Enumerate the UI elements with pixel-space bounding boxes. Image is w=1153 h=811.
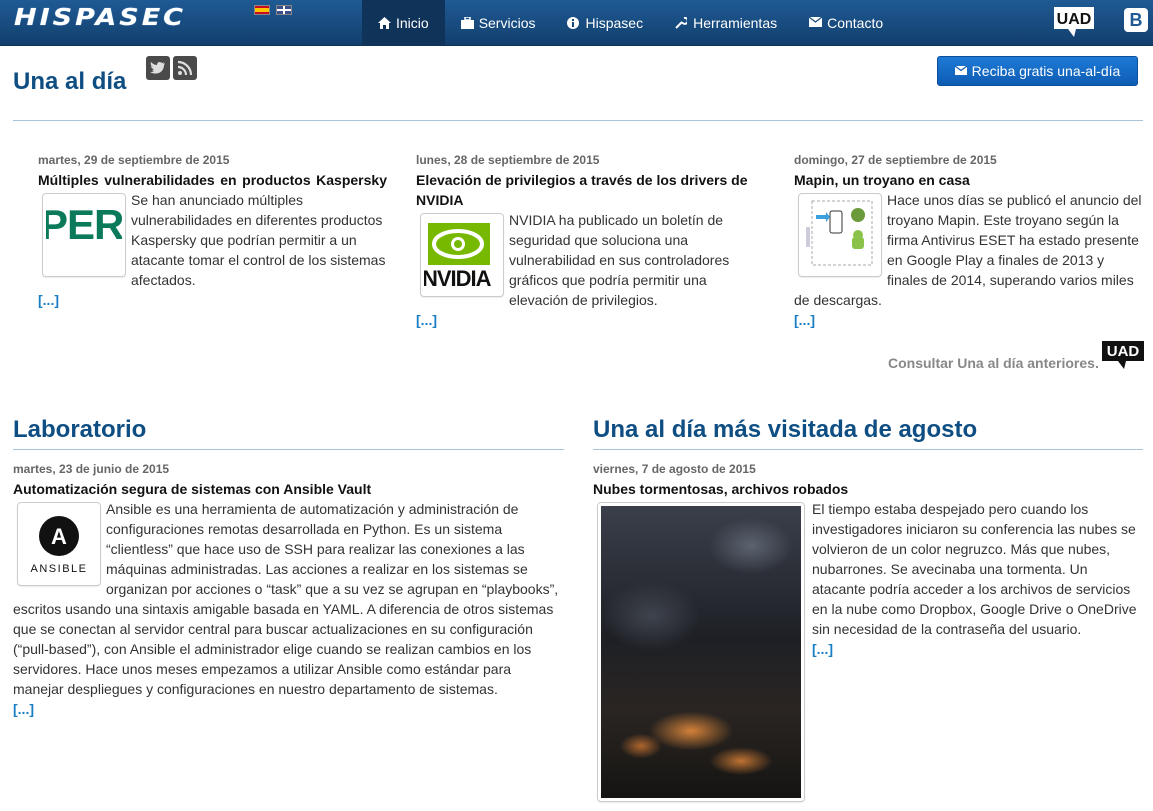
subscribe-label: Reciba gratis una-al-día: [971, 63, 1121, 79]
section-divider: [13, 120, 1143, 121]
storm-clouds-image: [601, 506, 801, 798]
article-date: lunes, 28 de septiembre de 2015: [416, 153, 600, 167]
article-card: martes, 29 de septiembre de 2015 Múltipl…: [38, 152, 387, 310]
blogger-icon[interactable]: B: [1124, 8, 1148, 32]
kaspersky-logo-text: PERS: [46, 201, 122, 248]
envelope-icon: [954, 64, 968, 78]
article-date: viernes, 7 de agosto de 2015: [593, 462, 756, 476]
section-heading-una-al-dia: Una al día: [13, 68, 127, 95]
article-title[interactable]: Múltiples vulnerabilidades en productos …: [38, 170, 387, 190]
article-title[interactable]: Automatización segura de sistemas con An…: [13, 479, 564, 499]
read-more-link[interactable]: [...]: [38, 290, 387, 310]
home-icon: [378, 17, 391, 29]
read-more-link[interactable]: [...]: [416, 310, 768, 330]
main-nav: Inicio Servicios Hispasec Herramientas C…: [362, 0, 899, 46]
info-icon: [567, 17, 580, 29]
article-title[interactable]: Nubes tormentosas, archivos robados: [593, 479, 1144, 499]
svg-text:A: A: [51, 524, 67, 549]
svg-text:ANSIBLE: ANSIBLE: [31, 563, 88, 575]
article-thumbnail[interactable]: NVIDIA: [420, 213, 504, 297]
twitter-icon[interactable]: [146, 56, 170, 80]
english-flag-icon[interactable]: [276, 5, 292, 15]
article-thumbnail[interactable]: [798, 193, 882, 277]
nav-label: Servicios: [478, 15, 536, 31]
article-card: domingo, 27 de septiembre de 2015 Mapin,…: [794, 152, 1144, 330]
article-thumbnail[interactable]: A ANSIBLE: [17, 502, 101, 586]
nav-item-contacto[interactable]: Contacto: [793, 0, 899, 46]
read-more-link[interactable]: [...]: [794, 310, 1144, 330]
uad-logo-icon[interactable]: UAD: [1102, 341, 1144, 369]
article-date: domingo, 27 de septiembre de 2015: [794, 153, 997, 167]
article-title[interactable]: Elevación de privilegios a través de los…: [416, 170, 768, 210]
top-navbar: HISPASEC Inicio Servicios Hispasec Herra…: [0, 0, 1153, 46]
envelope-icon: [809, 17, 823, 29]
nav-item-herramientas[interactable]: Herramientas: [659, 0, 793, 46]
logo-text: HISPASEC: [14, 4, 186, 31]
uad-logo-icon[interactable]: UAD: [1054, 7, 1094, 37]
article-thumbnail[interactable]: [597, 502, 805, 802]
consult-previous-link[interactable]: Consultar Una al día anteriores.: [888, 355, 1099, 371]
nav-item-hispasec[interactable]: Hispasec: [551, 0, 659, 46]
nav-label: Contacto: [827, 15, 884, 31]
wrench-icon: [675, 17, 688, 29]
section-divider: [593, 449, 1143, 450]
article-card: lunes, 28 de septiembre de 2015 Elevació…: [416, 152, 768, 330]
section-heading-mas-visitada: Una al día más visitada de agosto: [593, 416, 978, 443]
nav-label: Hispasec: [585, 15, 644, 31]
article-date: martes, 23 de junio de 2015: [13, 462, 170, 476]
article-date: martes, 29 de septiembre de 2015: [38, 153, 230, 167]
spanish-flag-icon[interactable]: [254, 5, 270, 15]
nvidia-eye-icon: [428, 223, 490, 265]
hispasec-logo[interactable]: HISPASEC: [14, 6, 234, 30]
briefcase-icon: [460, 17, 474, 29]
section-divider: [13, 449, 564, 450]
article-card: viernes, 7 de agosto de 2015 Nubes torme…: [593, 461, 1144, 805]
read-more-link[interactable]: [...]: [13, 699, 564, 719]
svg-text:UAD: UAD: [1107, 343, 1140, 360]
article-card: martes, 23 de junio de 2015 Automatizaci…: [13, 461, 564, 719]
svg-text:UAD: UAD: [1057, 11, 1092, 28]
section-heading-laboratorio: Laboratorio: [13, 416, 147, 443]
nvidia-logo-text: NVIDIA: [424, 266, 492, 291]
rss-icon[interactable]: [173, 56, 197, 80]
mapin-diagram-icon: [806, 200, 873, 266]
nav-item-servicios[interactable]: Servicios: [445, 0, 552, 46]
nav-label: Inicio: [396, 15, 429, 31]
nav-label: Herramientas: [693, 15, 778, 31]
subscribe-button[interactable]: Reciba gratis una-al-día: [937, 56, 1138, 86]
article-title[interactable]: Mapin, un troyano en casa: [794, 170, 1144, 190]
nav-item-inicio[interactable]: Inicio: [362, 0, 445, 46]
article-thumbnail[interactable]: PERS: [42, 193, 126, 277]
